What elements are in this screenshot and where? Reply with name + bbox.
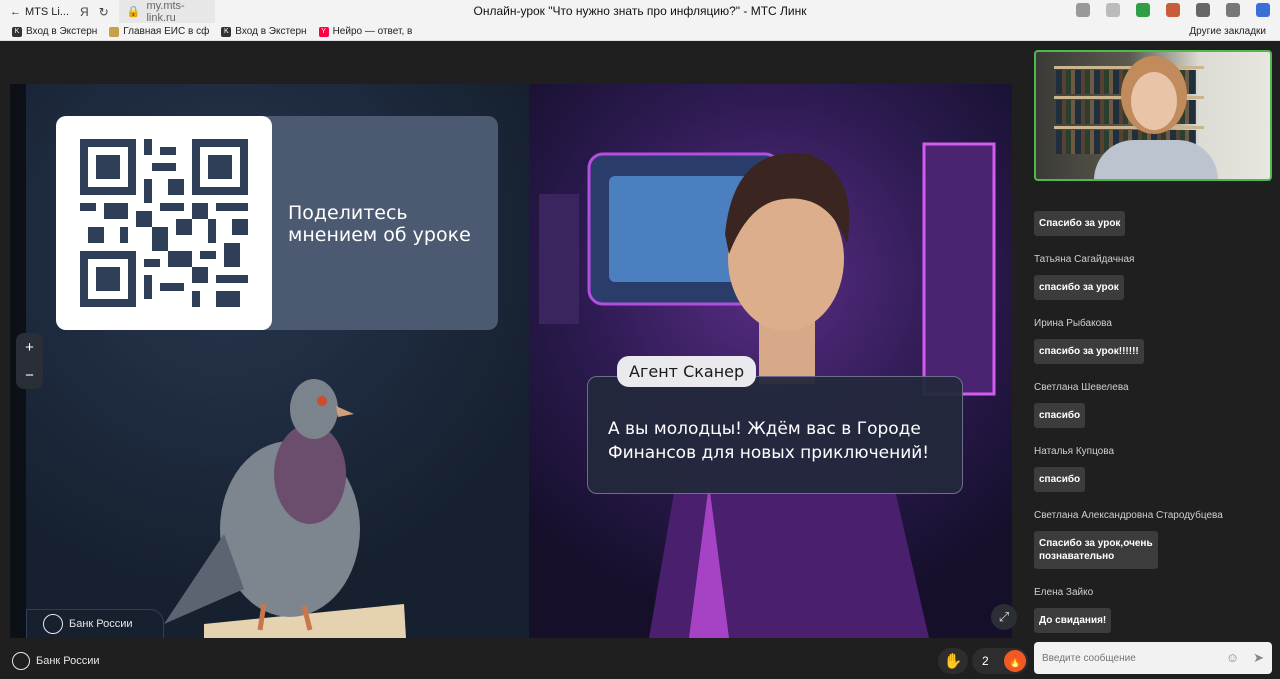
bank-emblem-icon (12, 652, 30, 670)
chat-message: Спасибо за урок,очень познавательно (1034, 531, 1158, 569)
expand-icon: ⤢ (998, 609, 1010, 624)
bookmark-item[interactable]: K Вход в Экстерн (12, 26, 97, 37)
chat-panel: Спасибо за урок Татьяна Сагайдачная спас… (1034, 186, 1274, 640)
reaction-count: 2 (982, 654, 989, 668)
yandex-icon[interactable]: Я (80, 5, 89, 19)
address-bar[interactable]: 🔒 my.mts-link.ru (118, 0, 215, 26)
hand-icon: ✋ (943, 653, 963, 670)
emoji-icon[interactable]: ☺ (1226, 650, 1239, 666)
message-input-box[interactable]: ☺ ➤ (1034, 642, 1272, 674)
bookmark-item[interactable]: Главная ЕИС в сф (109, 26, 209, 37)
qr-code (56, 116, 272, 330)
chat-message: спасибо (1034, 403, 1086, 428)
chat-message: спасибо за урок (1034, 275, 1124, 300)
slide-left-panel: Поделитесь мнением об уроке Банк России (26, 84, 529, 638)
kontur-icon: K (221, 26, 232, 37)
extension-icon[interactable] (1256, 3, 1270, 17)
browser-toolbar: ← MTS Li... Я ↻ 🔒 my.mts-link.ru Онлайн-… (0, 0, 1280, 26)
chat-message: спасибо за урок!!!!!! (1034, 339, 1144, 364)
agent-name-label: Агент Сканер (617, 356, 757, 387)
fire-icon: 🔥 (1004, 650, 1026, 672)
reload-icon[interactable]: ↻ (99, 5, 109, 19)
back-arrow-icon[interactable]: ← (10, 6, 21, 18)
bookmark-item[interactable]: K Вход в Экстерн (221, 26, 307, 37)
chat-author: Светлана Александровна Стародубцева (1034, 510, 1223, 521)
shelf (1054, 126, 1204, 129)
bookmarks-bar: K Вход в Экстерн Главная ЕИС в сф K Вход… (0, 23, 1280, 41)
bank-badge: Банк России (26, 609, 164, 638)
extension-icon[interactable] (1226, 3, 1240, 17)
pigeon-illustration (164, 379, 406, 638)
slide-right-panel: Агент Сканер А вы молодцы! Ждём вас в Го… (529, 84, 1012, 638)
shelf (1054, 66, 1204, 69)
shield-icon[interactable] (1136, 3, 1150, 17)
reaction-button[interactable]: 2 🔥 (972, 648, 1028, 674)
yandex-neuro-icon: Y (318, 26, 329, 37)
lock-icon: 🔒 (126, 6, 141, 18)
expand-button[interactable]: ⤢ (991, 604, 1017, 630)
tab[interactable]: ← MTS Li... (0, 6, 70, 18)
chat-author: Светлана Шевелева (1034, 382, 1129, 393)
qr-code-icon (80, 139, 248, 307)
url-text[interactable]: my.mts-link.ru (146, 0, 206, 24)
bank-logo: Банк России (12, 652, 100, 670)
shelf (1054, 96, 1204, 99)
chat-author: Наталья Купцова (1034, 446, 1115, 457)
send-icon[interactable]: ➤ (1253, 650, 1264, 666)
chat-author: Елена Зайко (1034, 587, 1094, 598)
menu-icon[interactable] (1106, 3, 1120, 17)
extension-icon[interactable] (1166, 3, 1180, 17)
chat-author: Татьяна Сагайдачная (1034, 254, 1135, 265)
chat-author: Ирина Рыбакова (1034, 318, 1112, 329)
presenter-video[interactable] (1034, 50, 1272, 181)
raise-hand-button[interactable]: ✋ (938, 648, 968, 674)
extension-icon[interactable] (1196, 3, 1210, 17)
presenter-body (1094, 140, 1218, 179)
bank-emblem-icon (43, 614, 63, 634)
feedback-card: Поделитесь мнением об уроке (56, 116, 498, 330)
qr-caption: Поделитесь мнением об уроке (288, 202, 471, 246)
presentation-stage: Поделитесь мнением об уроке Банк России (10, 84, 1012, 638)
agent-illustration (539, 142, 996, 638)
chat-message: Спасибо за урок (1034, 211, 1126, 236)
other-bookmarks[interactable]: Другие закладки (1189, 26, 1266, 37)
bookmark-icon[interactable] (1076, 3, 1090, 17)
chat-message: До свидания! (1034, 608, 1112, 633)
zoom-control: + − (16, 333, 43, 389)
agent-speech-bubble: А вы молодцы! Ждём вас в Городе Финансов… (587, 376, 963, 494)
eagle-icon (109, 26, 120, 37)
kontur-icon: K (12, 26, 22, 37)
presenter-face (1131, 72, 1177, 130)
extensions-bar (1076, 3, 1270, 17)
input-actions: ☺ ➤ (1226, 650, 1264, 666)
bookmark-item[interactable]: Y Нейро — ответ, в (318, 26, 412, 37)
zoom-out-button[interactable]: − (25, 367, 34, 384)
tab-title[interactable]: MTS Li... (25, 6, 69, 18)
message-input[interactable] (1042, 652, 1214, 664)
zoom-in-button[interactable]: + (25, 339, 34, 356)
chat-message: спасибо (1034, 467, 1086, 492)
